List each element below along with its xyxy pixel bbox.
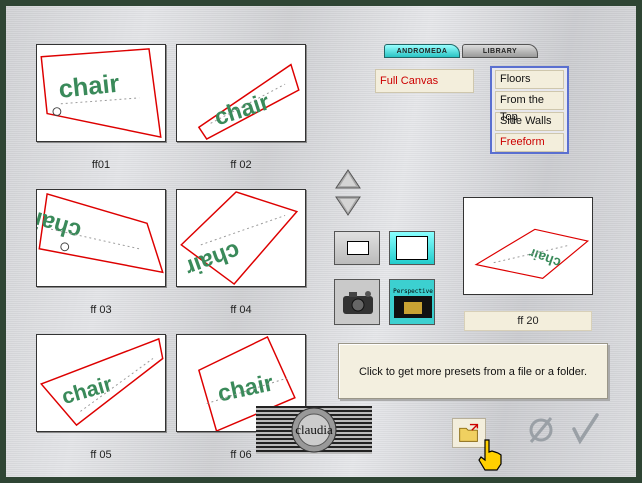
preset-thumb-image: chair: [197, 63, 300, 141]
menu-item-freeform[interactable]: Freeform: [495, 133, 564, 152]
cancel-icon: [529, 417, 553, 443]
svg-text:claudia: claudia: [295, 422, 333, 437]
menu-item-side-walls[interactable]: Side Walls: [495, 112, 564, 131]
preset-thumb-ff03[interactable]: chair: [36, 189, 166, 287]
arrow-up-icon: [335, 169, 361, 189]
more-presets-info[interactable]: Click to get more presets from a file or…: [338, 343, 608, 399]
cancel-button[interactable]: [526, 415, 556, 445]
ok-button[interactable]: [570, 413, 600, 445]
menu-item-floors[interactable]: Floors: [495, 70, 564, 89]
camera-icon: [335, 280, 379, 324]
checkmark-icon: [572, 413, 599, 445]
frame-small-icon: [347, 241, 369, 255]
preset-thumb-image: chair: [180, 191, 299, 286]
preset-label: ff 05: [90, 449, 112, 461]
arrow-down-icon: [335, 196, 361, 216]
svg-text:chair: chair: [211, 88, 272, 130]
tab-andromeda[interactable]: ANDROMEDA: [384, 44, 460, 58]
preset-label: ff 04: [230, 304, 252, 316]
preset-label: ff 03: [90, 304, 112, 316]
category-menu: Floors From the Top Side Walls Freeform: [490, 66, 569, 154]
hand-cursor-icon: [475, 438, 507, 472]
perspective-icon: Perspective: [390, 280, 434, 324]
menu-item-from-the-top[interactable]: From the Top: [495, 91, 564, 123]
preview-image: chair: [474, 228, 590, 279]
camera-button[interactable]: [334, 279, 380, 325]
svg-text:chair: chair: [526, 245, 563, 271]
preset-label: ff01: [91, 159, 111, 171]
category-select[interactable]: Full Canvas: [375, 69, 474, 93]
preset-thumb-ff05[interactable]: chair: [36, 334, 166, 432]
perspective-button[interactable]: Perspective: [389, 279, 435, 325]
svg-text:chair: chair: [59, 371, 116, 409]
svg-text:chair: chair: [215, 369, 275, 406]
claudia-logo: claudia: [256, 402, 372, 458]
preset-thumb-ff02[interactable]: chair: [176, 44, 306, 142]
preset-thumb-ff01[interactable]: chair: [36, 44, 166, 142]
tab-library[interactable]: LIBRARY: [462, 44, 538, 58]
preset-thumb-image: chair: [40, 48, 162, 139]
frame-large-icon: [396, 236, 428, 260]
svg-text:chair: chair: [57, 70, 121, 104]
scroll-up-button[interactable]: [334, 168, 362, 190]
preset-label: ff 02: [230, 159, 252, 171]
preview-panel: chair: [463, 197, 593, 295]
scroll-down-button[interactable]: [334, 195, 362, 217]
svg-text:chair: chair: [37, 205, 84, 245]
perspective-label: Perspective: [393, 288, 433, 295]
preview-label: ff 20: [464, 311, 592, 331]
frame-small-button[interactable]: [334, 231, 380, 265]
frame-large-button[interactable]: [389, 231, 435, 265]
preset-thumb-image: chair: [40, 337, 164, 427]
preset-thumb-ff04[interactable]: chair: [176, 189, 306, 287]
preset-thumb-image: chair: [37, 192, 164, 274]
svg-text:chair: chair: [182, 238, 244, 282]
